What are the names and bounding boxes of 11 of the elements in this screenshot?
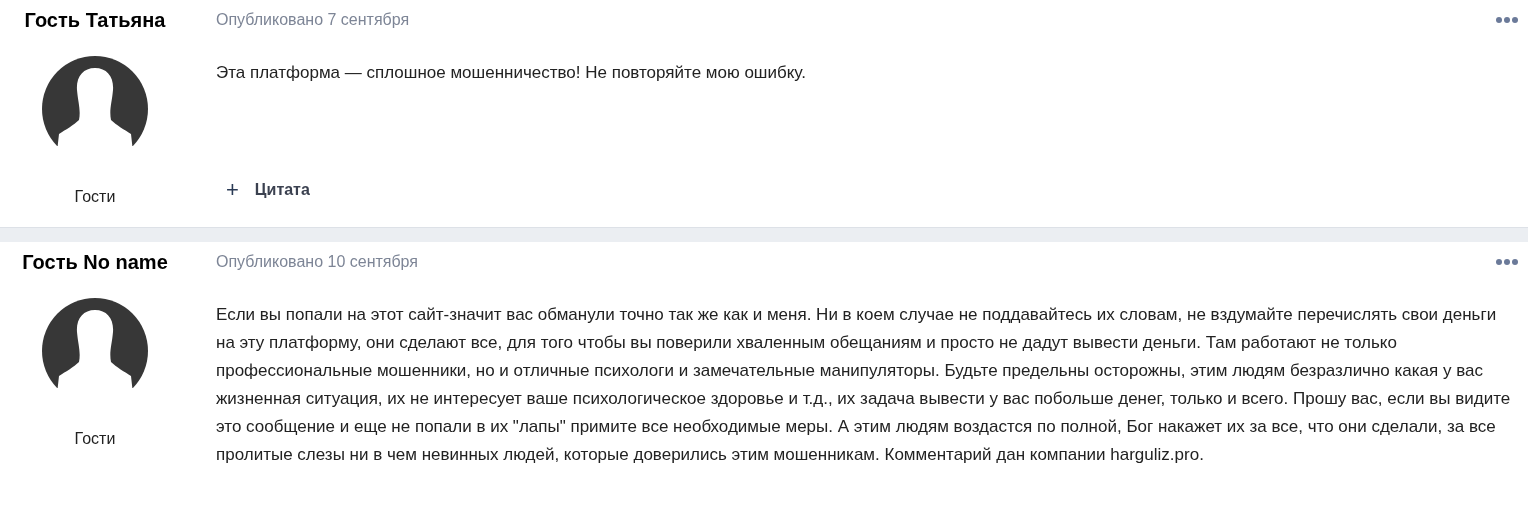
- member-group: Гости: [74, 430, 116, 448]
- post-date[interactable]: Опубликовано 10 сентября: [216, 253, 418, 271]
- quote-button[interactable]: + Цитата: [216, 177, 310, 203]
- more-icon[interactable]: [1496, 17, 1518, 23]
- post-text: Эта платформа — сплошное мошенничество! Не повторяйте мою ошибку.: [216, 62, 807, 84]
- author-name[interactable]: Гость Татьяна: [24, 9, 166, 32]
- post-date[interactable]: Опубликовано 7 сентября: [216, 11, 410, 29]
- more-icon[interactable]: [1496, 259, 1518, 265]
- author-name[interactable]: Гость No name: [22, 251, 168, 274]
- member-group: Гости: [74, 188, 116, 206]
- post-text: Если вы попали на этот сайт-значит вас обманули точно так же как и меня. Ни в коем случае не поддавайтесь их словам, не вздумайте перечислять свои деньги на эту платформу, они сделают все, для того чтобы вы поверили хваленным обещаниям и просто не дадут вывести деньги. Там работают не только профессиональные мошенники, но и отличные психологи и замечательные манипуляторы. Будьте предельны осторожны, этим людям безразлично какая у вас жизненная ситуация, их не интересует ваше психологическое здоровье и т.д., их задача вывести у вас побольше денег, только и всего. Прошу вас, если вы видите это сообщение и еще не попали в их "лапы" примите все необходимые меры. А этим людям воздастся по полной, Бог накажет их за все, что они сделали, за все пролитые слезы ни в чем невинных людей, которые доверились этим мошенникам. Комментарий дан компании harguliz.pro.: [216, 304, 1512, 466]
